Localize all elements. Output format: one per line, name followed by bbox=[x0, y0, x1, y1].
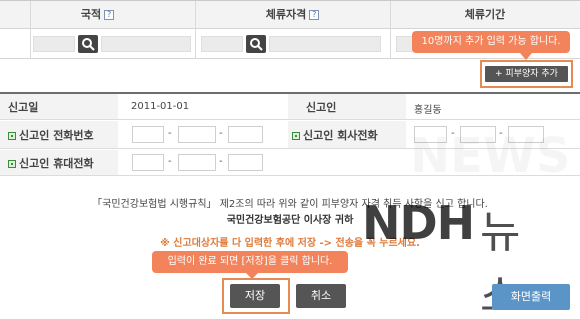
add-dependent-highlight: + 피부양자 추가 bbox=[480, 60, 573, 88]
report-date-label: 신고일 bbox=[8, 100, 39, 114]
reporter-label: 신고인 bbox=[306, 100, 337, 114]
save-button[interactable]: 저장 bbox=[230, 284, 280, 308]
reporter-phone-row: 신고인 전화번호 - - 신고인 회사전화 - - bbox=[0, 121, 580, 149]
nationality-code-input[interactable] bbox=[33, 36, 75, 52]
mobile-part2-input[interactable] bbox=[178, 154, 216, 171]
reporter-mobile-row: 신고인 휴대전화 - - bbox=[0, 150, 580, 176]
column-stay-period: 체류기간 bbox=[390, 1, 580, 29]
column-visa-status: 체류자격? bbox=[195, 1, 390, 29]
visa-name-input[interactable] bbox=[269, 36, 381, 52]
bullet-icon bbox=[8, 131, 16, 140]
phone-part1-input[interactable] bbox=[132, 126, 164, 143]
report-date-label-cell: 신고일 bbox=[0, 94, 118, 119]
reporter-phone-label-cell: 신고인 전화번호 bbox=[0, 121, 118, 148]
recipient-notice: 국민건강보험공단 이사장 귀하 bbox=[226, 215, 354, 226]
add-limit-tooltip: 10명까지 추가 입력 가능 합니다. bbox=[412, 31, 570, 53]
help-icon[interactable]: ? bbox=[104, 10, 115, 20]
law-notice: 「국민건강보험법 시행규칙」 제2조의 따라 위와 같이 피부양자 자격 취득 … bbox=[92, 199, 488, 210]
nationality-search-button[interactable] bbox=[78, 35, 98, 53]
visa-code-input[interactable] bbox=[201, 36, 243, 52]
phone-part2-input[interactable] bbox=[178, 126, 216, 143]
save-tooltip: 입력이 완료 되면 [저장]을 클릭 합니다. bbox=[152, 251, 348, 273]
save-warning: ※ 신고대상자를 다 입력한 후에 저장 -> 전송을 꼭 누르세요. bbox=[160, 238, 420, 249]
company-phone-part1-input[interactable] bbox=[414, 126, 447, 143]
add-limit-tooltip-text: 10명까지 추가 입력 가능 합니다. bbox=[421, 36, 561, 47]
dash: - bbox=[168, 156, 172, 167]
bullet-icon bbox=[292, 131, 300, 140]
add-dependent-button[interactable]: + 피부양자 추가 bbox=[485, 66, 568, 82]
reporter-value: 홍길동 bbox=[414, 105, 442, 116]
company-phone-label-cell: 신고인 회사전화 bbox=[288, 121, 406, 148]
dash: - bbox=[499, 128, 503, 139]
mobile-part3-input[interactable] bbox=[228, 154, 263, 171]
nationality-name-input[interactable] bbox=[101, 36, 191, 52]
reporter-mobile-label-cell: 신고인 휴대전화 bbox=[0, 150, 118, 175]
reporter-mobile-label: 신고인 휴대전화 bbox=[19, 156, 94, 170]
search-icon bbox=[250, 38, 263, 51]
column-visa-status-label: 체류자격 bbox=[265, 8, 307, 21]
print-screen-button[interactable]: 화면출력 bbox=[492, 284, 570, 310]
dash: - bbox=[168, 128, 172, 139]
reporter-label-cell: 신고인 bbox=[288, 94, 406, 119]
company-phone-part2-input[interactable] bbox=[460, 126, 496, 143]
dash: - bbox=[219, 156, 223, 167]
mobile-part1-input[interactable] bbox=[132, 154, 164, 171]
cancel-button[interactable]: 취소 bbox=[296, 284, 346, 308]
dash: - bbox=[451, 128, 455, 139]
save-highlight: 저장 bbox=[222, 278, 290, 314]
phone-part3-input[interactable] bbox=[228, 126, 263, 143]
dash: - bbox=[219, 128, 223, 139]
bullet-icon bbox=[8, 159, 16, 168]
report-date-row: 신고일 2011-01-01 신고인 홍길동 bbox=[0, 94, 580, 120]
search-icon bbox=[82, 38, 95, 51]
company-phone-label: 신고인 회사전화 bbox=[303, 128, 378, 142]
dependent-table-header: 국적? 체류자격? 체류기간 bbox=[0, 1, 580, 29]
column-stay-period-label: 체류기간 bbox=[464, 8, 506, 21]
visa-search-button[interactable] bbox=[246, 35, 266, 53]
report-date-value: 2011-01-01 bbox=[131, 101, 190, 112]
column-nationality-label: 국적 bbox=[80, 8, 102, 21]
save-tooltip-text: 입력이 완료 되면 [저장]을 클릭 합니다. bbox=[167, 256, 333, 267]
reporter-phone-label: 신고인 전화번호 bbox=[19, 128, 94, 142]
help-icon[interactable]: ? bbox=[309, 10, 320, 20]
tooltip-arrow bbox=[520, 53, 532, 60]
company-phone-part3-input[interactable] bbox=[508, 126, 544, 143]
